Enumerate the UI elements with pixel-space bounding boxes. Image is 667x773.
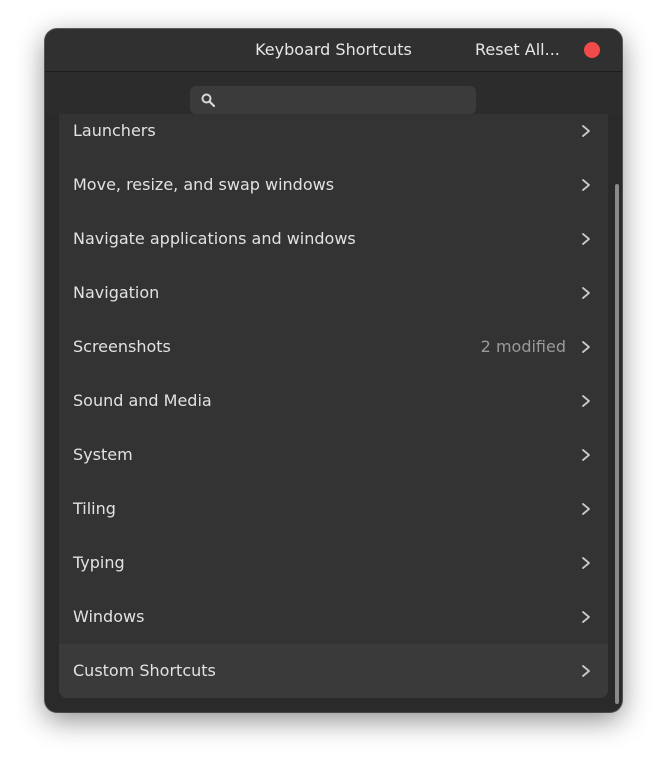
keyboard-shortcuts-window: Keyboard Shortcuts Reset All... Launcher… — [45, 29, 622, 712]
category-row-move-resize-swap[interactable]: Move, resize, and swap windows — [59, 158, 608, 212]
search-bar — [45, 72, 622, 114]
search-icon — [201, 93, 216, 108]
category-row-windows[interactable]: Windows — [59, 590, 608, 644]
chevron-right-icon — [582, 665, 590, 677]
chevron-right-icon — [582, 449, 590, 461]
modified-count-label: 2 modified — [480, 337, 566, 356]
category-label: Move, resize, and swap windows — [73, 175, 335, 194]
headerbar: Keyboard Shortcuts Reset All... — [45, 29, 622, 72]
category-label: Typing — [73, 553, 125, 572]
category-label: Navigate applications and windows — [73, 229, 356, 248]
chevron-right-icon — [582, 341, 590, 353]
category-label: Screenshots — [73, 337, 171, 356]
category-row-screenshots[interactable]: Screenshots 2 modified — [59, 320, 608, 374]
category-row-navigation[interactable]: Navigation — [59, 266, 608, 320]
category-row-typing[interactable]: Typing — [59, 536, 608, 590]
chevron-right-icon — [582, 611, 590, 623]
category-row-custom-shortcuts[interactable]: Custom Shortcuts — [59, 644, 608, 698]
category-label: Launchers — [73, 121, 156, 140]
category-label: Navigation — [73, 283, 160, 302]
category-list-viewport: Launchers Move, resize, and swap windows… — [45, 114, 622, 712]
category-label: Sound and Media — [73, 391, 212, 410]
chevron-right-icon — [582, 179, 590, 191]
category-row-navigate-apps-windows[interactable]: Navigate applications and windows — [59, 212, 608, 266]
chevron-right-icon — [582, 233, 590, 245]
category-list: Launchers Move, resize, and swap windows… — [59, 114, 608, 698]
chevron-right-icon — [582, 503, 590, 515]
category-row-sound-media[interactable]: Sound and Media — [59, 374, 608, 428]
category-label: Windows — [73, 607, 145, 626]
category-label: Custom Shortcuts — [73, 661, 216, 680]
chevron-right-icon — [582, 287, 590, 299]
category-row-launchers[interactable]: Launchers — [59, 114, 608, 158]
close-icon[interactable] — [584, 42, 600, 58]
category-label: Tiling — [73, 499, 116, 518]
search-input[interactable] — [190, 86, 476, 114]
chevron-right-icon — [582, 125, 590, 137]
chevron-right-icon — [582, 395, 590, 407]
category-row-tiling[interactable]: Tiling — [59, 482, 608, 536]
category-row-system[interactable]: System — [59, 428, 608, 482]
chevron-right-icon — [582, 557, 590, 569]
category-label: System — [73, 445, 133, 464]
reset-all-button[interactable]: Reset All... — [467, 35, 568, 65]
vertical-scrollbar[interactable] — [615, 184, 619, 704]
